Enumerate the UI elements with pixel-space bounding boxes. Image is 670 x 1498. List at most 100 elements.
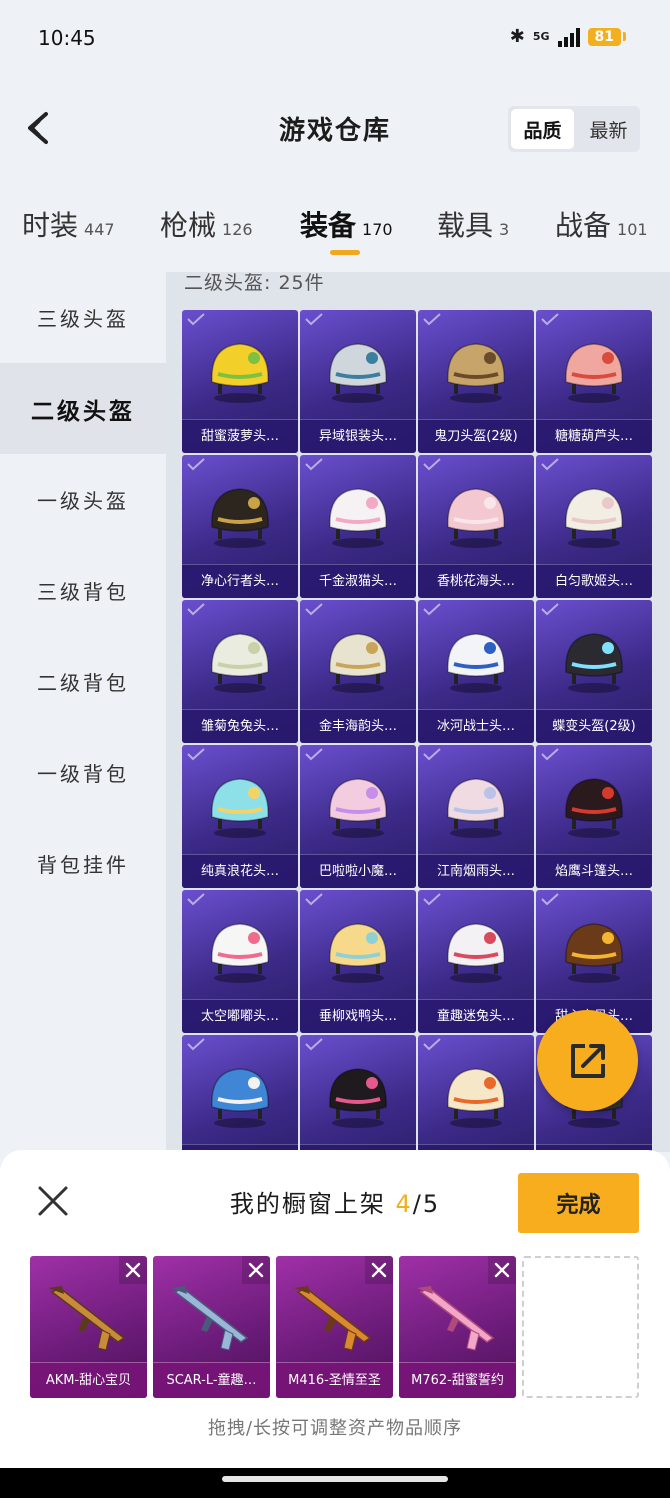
item-card[interactable]: 白匀歌姬头… bbox=[536, 455, 652, 598]
network-label: 5G bbox=[532, 30, 550, 43]
item-card[interactable]: 纯真浪花头… bbox=[182, 745, 298, 888]
tab-count: 126 bbox=[222, 220, 253, 239]
check-mark-icon bbox=[541, 893, 559, 906]
sort-toggle: 品质 最新 bbox=[508, 106, 640, 152]
item-card[interactable]: 净心行者头… bbox=[182, 455, 298, 598]
sidebar-item-level3-backpack[interactable]: 三级背包 bbox=[0, 545, 166, 636]
item-card[interactable]: 焰鹰斗篷头… bbox=[536, 745, 652, 888]
item-card[interactable]: 金丰海韵头… bbox=[300, 600, 416, 743]
item-card[interactable]: 蝶变头盔(2级) bbox=[536, 600, 652, 743]
sidebar-item-level3-helmet[interactable]: 三级头盔 bbox=[0, 272, 166, 363]
tab-label: 战备 bbox=[555, 209, 612, 242]
check-mark-icon bbox=[541, 603, 559, 616]
helmet-icon bbox=[565, 778, 623, 838]
item-name: 巴啦啦小魔… bbox=[300, 854, 416, 888]
sidebar-item-level1-backpack[interactable]: 一级背包 bbox=[0, 727, 166, 818]
slot-name: M762-甜蜜誓约 bbox=[399, 1362, 516, 1398]
tab-vehicles[interactable]: 载具 3 bbox=[437, 204, 509, 244]
item-card[interactable]: 巴啦啦小魔… bbox=[300, 745, 416, 888]
check-mark-icon bbox=[305, 748, 323, 761]
item-name: 千金淑猫头… bbox=[300, 564, 416, 598]
signal-icon bbox=[557, 27, 580, 47]
tab-count: 101 bbox=[617, 220, 648, 239]
item-name: 香桃花海头… bbox=[418, 564, 534, 598]
tab-guns[interactable]: 枪械 126 bbox=[160, 204, 253, 244]
helmet-icon bbox=[565, 488, 623, 548]
helmet-icon bbox=[211, 778, 269, 838]
item-card[interactable] bbox=[182, 1035, 298, 1152]
check-mark-icon bbox=[187, 893, 205, 906]
app-header: 游戏仓库 品质 最新 bbox=[0, 80, 670, 176]
item-card[interactable]: 鬼刀头盔(2级) bbox=[418, 310, 534, 453]
check-mark-icon bbox=[423, 1038, 441, 1051]
reorder-hint: 拖拽/长按可调整资产物品顺序 bbox=[207, 1418, 463, 1439]
helmet-icon bbox=[329, 633, 387, 693]
tab-fashion[interactable]: 时装 447 bbox=[22, 204, 115, 244]
item-card[interactable]: 千金淑猫头… bbox=[300, 455, 416, 598]
tab-count: 3 bbox=[499, 220, 510, 239]
showcase-slot[interactable]: AKM-甜心宝贝 bbox=[30, 1256, 147, 1398]
empty-slot[interactable] bbox=[522, 1256, 639, 1398]
item-name: 金丰海韵头… bbox=[300, 709, 416, 743]
helmet-icon bbox=[565, 633, 623, 693]
helmet-icon bbox=[565, 923, 623, 983]
item-name: 鬼刀头盔(2级) bbox=[418, 419, 534, 453]
item-name: 江南烟雨头… bbox=[418, 854, 534, 888]
item-card[interactable]: 雏菊兔兔头… bbox=[182, 600, 298, 743]
check-mark-icon bbox=[187, 1038, 205, 1051]
sort-quality-button[interactable]: 品质 bbox=[511, 109, 574, 149]
item-card[interactable]: 异域银装头… bbox=[300, 310, 416, 453]
check-mark-icon bbox=[423, 893, 441, 906]
slot-name: M416-圣情至圣 bbox=[276, 1362, 393, 1398]
item-card[interactable]: 江南烟雨头… bbox=[418, 745, 534, 888]
tab-equipment[interactable]: 装备 170 bbox=[300, 204, 393, 244]
item-card[interactable]: 香桃花海头… bbox=[418, 455, 534, 598]
done-button[interactable]: 完成 bbox=[518, 1173, 639, 1233]
tab-supplies[interactable]: 战备 101 bbox=[555, 204, 648, 244]
check-mark-icon bbox=[305, 603, 323, 616]
item-card[interactable]: 垂柳戏鸭头… bbox=[300, 890, 416, 1033]
category-tabs: 时装 447 枪械 126 装备 170 载具 3 战备 101 bbox=[0, 176, 670, 272]
sidebar-item-level2-backpack[interactable]: 二级背包 bbox=[0, 636, 166, 727]
item-name: 雏菊兔兔头… bbox=[182, 709, 298, 743]
subcategory-sidebar: 三级头盔 二级头盔 一级头盔 三级背包 二级背包 一级背包 背包挂件 bbox=[0, 272, 166, 1152]
check-mark-icon bbox=[423, 458, 441, 471]
showcase-slot[interactable]: M416-圣情至圣 bbox=[276, 1256, 393, 1398]
rifle-icon bbox=[48, 1286, 126, 1351]
item-name: 净心行者头… bbox=[182, 564, 298, 598]
showcase-title-text: 我的橱窗上架 bbox=[229, 1190, 386, 1218]
sort-latest-button[interactable]: 最新 bbox=[577, 106, 640, 152]
sidebar-item-backpack-pendant[interactable]: 背包挂件 bbox=[0, 818, 166, 909]
check-mark-icon bbox=[187, 458, 205, 471]
showcase-slot[interactable]: SCAR-L-童趣… bbox=[153, 1256, 270, 1398]
item-card[interactable]: 童趣迷兔头… bbox=[418, 890, 534, 1033]
slot-name: AKM-甜心宝贝 bbox=[30, 1362, 147, 1398]
item-card[interactable] bbox=[300, 1035, 416, 1152]
item-card[interactable]: 冰河战士头… bbox=[418, 600, 534, 743]
item-card[interactable]: 糖糖葫芦头… bbox=[536, 310, 652, 453]
check-mark-icon bbox=[423, 748, 441, 761]
share-external-icon bbox=[570, 1043, 605, 1078]
check-mark-icon bbox=[541, 458, 559, 471]
helmet-icon bbox=[447, 488, 505, 548]
section-label: 二级头盔: 25件 bbox=[184, 272, 325, 294]
item-card[interactable]: 甜蜜菠萝头… bbox=[182, 310, 298, 453]
check-mark-icon bbox=[305, 313, 323, 326]
item-card[interactable] bbox=[418, 1035, 534, 1152]
item-card[interactable]: 太空嘟嘟头… bbox=[182, 890, 298, 1033]
item-name: 异域银装头… bbox=[300, 419, 416, 453]
item-name: 冰河战士头… bbox=[418, 709, 534, 743]
share-button[interactable] bbox=[537, 1010, 638, 1111]
sidebar-item-level1-helmet[interactable]: 一级头盔 bbox=[0, 454, 166, 545]
status-bar: 10:45 ✱ 5G 81 bbox=[0, 0, 670, 80]
helmet-icon bbox=[447, 343, 505, 403]
showcase-slot[interactable]: M762-甜蜜誓约 bbox=[399, 1256, 516, 1398]
sidebar-item-level2-helmet[interactable]: 二级头盔 bbox=[0, 363, 166, 454]
tab-count: 447 bbox=[84, 220, 115, 239]
battery-level: 81 bbox=[587, 27, 621, 46]
battery-icon bbox=[623, 32, 626, 41]
home-indicator[interactable] bbox=[222, 1476, 448, 1482]
rifle-icon bbox=[171, 1286, 249, 1351]
rifle-icon bbox=[417, 1286, 495, 1351]
helmet-icon bbox=[329, 778, 387, 838]
